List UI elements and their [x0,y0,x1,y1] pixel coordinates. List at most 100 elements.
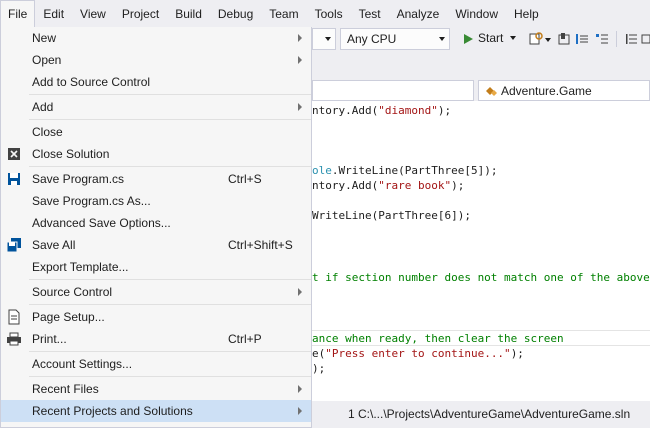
menu-team[interactable]: Team [261,0,306,28]
menu-help[interactable]: Help [506,0,547,28]
menu-item-label: Account Settings... [32,357,133,371]
menu-file[interactable]: File [0,0,36,28]
menu-item-add[interactable]: Add [1,96,311,118]
menu-item-recent-files[interactable]: Recent Files [1,378,311,400]
code-line: ntory.Add("rare book"); [312,179,465,192]
menu-item-label: Export Template... [32,260,129,274]
toolbar-separator [616,31,617,47]
menu-item-new[interactable]: New [1,27,311,49]
menu-item-label: Close Solution [32,147,110,161]
type-navigation-value: Adventure.Game [501,84,592,98]
menu-item-close-solution[interactable]: Close Solution [1,143,311,165]
start-label: Start [478,31,504,45]
chevron-down-icon [325,37,331,41]
menu-item-save-as[interactable]: Save Program.cs As... [1,190,311,212]
menu-separator [29,304,311,305]
code-line: ole.WriteLine(PartThree[5]); [312,164,498,177]
menu-build[interactable]: Build [167,0,210,28]
platform-value: Any CPU [347,32,397,46]
uncomment-icon[interactable] [640,31,650,47]
menu-analyze[interactable]: Analyze [389,0,448,28]
platform-dropdown[interactable]: Any CPU [340,28,450,50]
menu-item-source-control[interactable]: Source Control [1,281,311,303]
submenu-arrow-icon [298,288,302,296]
menu-item-open[interactable]: Open [1,49,311,71]
menu-separator [29,279,311,280]
menu-item-export-template[interactable]: Export Template... [1,256,311,278]
outdent-icon[interactable] [574,31,590,47]
document-tab-strip [312,52,650,80]
menu-item-label: Save Program.cs [32,172,125,186]
menu-item-shortcut: Ctrl+Shift+S [228,238,293,252]
menu-item-save[interactable]: Save Program.cs Ctrl+S [1,168,311,190]
menu-item-print[interactable]: Print... Ctrl+P [1,328,311,350]
menu-item-label: Add [32,100,54,114]
menu-separator [29,351,311,352]
submenu-arrow-icon [298,103,302,111]
bookmark-icon[interactable] [556,31,572,47]
chevron-down-icon[interactable] [545,38,551,42]
indent-icon[interactable] [594,31,610,47]
chevron-down-icon [439,37,445,41]
print-icon [7,332,21,346]
chevron-down-icon [510,36,516,40]
menu-separator [29,119,311,120]
start-button[interactable]: Start [458,28,518,50]
save-all-icon [6,238,21,253]
menu-separator [29,94,311,95]
menu-item-page-setup[interactable]: Page Setup... [1,306,311,328]
submenu-arrow-icon [298,407,302,415]
menu-item-save-all[interactable]: Save All Ctrl+Shift+S [1,234,311,256]
menu-item-label: Recent Files [32,382,99,396]
menu-item-label: Save All [32,238,76,252]
file-menu-dropdown: New Open Add to Source Control Add Close… [0,27,312,428]
class-icon [486,87,497,96]
menu-debug[interactable]: Debug [210,0,261,28]
type-navigation-dropdown[interactable]: Adventure.Game [478,80,650,101]
play-icon [464,34,473,44]
menu-view[interactable]: View [72,0,114,28]
menu-item-account-settings[interactable]: Account Settings... [1,353,311,375]
menu-item-label: Advanced Save Options... [32,216,171,230]
menu-test[interactable]: Test [351,0,389,28]
menu-tools[interactable]: Tools [307,0,351,28]
comment-icon[interactable] [624,31,640,47]
code-line: ); [312,362,326,375]
menu-edit[interactable]: Edit [35,0,72,28]
submenu-arrow-icon [298,385,302,393]
menu-item-recent-projects-and-solutions[interactable]: Recent Projects and Solutions [1,400,311,422]
page-setup-icon [8,309,20,325]
close-solution-icon [8,148,20,160]
menu-item-label: Open [32,53,62,67]
find-in-files-icon[interactable] [528,31,544,47]
code-line: t if section number does not match one o… [312,271,650,284]
menu-item-label: Print... [32,332,67,346]
menu-item-close[interactable]: Close [1,121,311,143]
menu-item-advanced-save-options[interactable]: Advanced Save Options... [1,212,311,234]
submenu-arrow-icon [298,56,302,64]
menu-item-label: New [32,31,57,45]
code-line: WriteLine(PartThree[6]); [312,209,471,222]
recent-solution-path: 1 C:\...\Projects\AdventureGame\Adventur… [348,407,631,421]
menu-separator [29,376,311,377]
menu-item-add-to-source-control[interactable]: Add to Source Control [1,71,311,93]
submenu-arrow-icon [298,34,302,42]
menu-bar: File Edit View Project Build Debug Team … [0,0,650,28]
menu-project[interactable]: Project [114,0,167,28]
configuration-dropdown[interactable] [312,28,336,50]
menu-item-shortcut: Ctrl+S [228,172,262,186]
recent-solution-item[interactable]: 1 C:\...\Projects\AdventureGame\Adventur… [312,401,650,428]
menu-item-label: Page Setup... [32,310,105,324]
menu-separator [29,166,311,167]
menu-item-label: Recent Projects and Solutions [32,404,193,418]
menu-item-label: Add to Source Control [32,75,151,89]
code-editor[interactable]: ntory.Add("diamond"); ole.WriteLine(Part… [312,101,650,401]
menu-item-label: Source Control [32,285,113,299]
menu-window[interactable]: Window [447,0,506,28]
code-line: ntory.Add("diamond"); [312,104,452,117]
menu-item-shortcut: Ctrl+P [228,332,262,346]
code-line: e("Press enter to continue..."); [312,347,524,360]
project-navigation-dropdown[interactable] [312,80,474,101]
menu-item-label: Close [32,125,63,139]
save-icon [8,173,20,185]
